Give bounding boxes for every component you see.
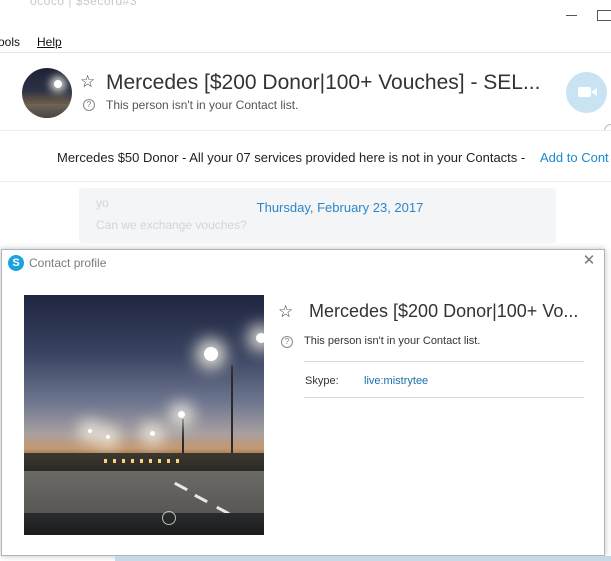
video-camera-lens [591,88,597,96]
photo-streetlight [150,431,155,436]
photo-streetlight [178,411,185,418]
close-icon[interactable]: ✕ [582,253,596,268]
taskbar-edge [115,556,611,561]
avatar-road [22,104,72,118]
video-camera-icon [578,87,591,97]
conversation-header: ☆ Mercedes [$200 Donor|100+ Vouches] - S… [0,52,611,138]
divider [304,361,584,362]
contact-request-bar: Mercedes $50 Donor - All your 07 service… [0,130,611,182]
avatar[interactable] [22,68,72,118]
profile-name: Mercedes [$200 Donor|100+ Vo... [309,301,579,321]
favorite-star-icon[interactable]: ☆ [80,72,95,92]
conversation-title[interactable]: Mercedes [$200 Donor|100+ Vouches] - SEL… [106,71,540,95]
dialog-titlebar: S Contact profile ✕ [2,250,604,276]
photo-lamp-pole [231,365,233,465]
photo-car-dashboard [24,513,264,535]
question-circle-icon: ? [281,336,293,348]
window-titlebar: ococo | $5ecord#3 [0,0,611,32]
profile-photo [24,295,264,535]
menu-help-label: Help [37,35,62,49]
window-title: ococo | $5ecord#3 [30,0,138,8]
skype-screen: ococo | $5ecord#3 ools Help ☆ Mercedes [… [0,0,611,561]
question-circle-icon: ? [83,99,95,111]
add-to-contacts-link[interactable]: Add to Cont [540,150,609,165]
profile-status: This person isn't in your Contact list. [304,335,481,347]
maximize-icon[interactable] [597,10,611,21]
avatar-streetlight [54,80,62,88]
photo-streetlight [106,435,110,439]
chat-date-separator: Thursday, February 23, 2017 [256,200,424,215]
divider [304,397,584,398]
menu-tools[interactable]: ools [0,35,20,49]
skype-id-value[interactable]: live:mistrytee [364,375,428,387]
chat-message-card [79,188,556,243]
photo-streetlight [88,429,92,433]
skype-logo-icon: S [8,255,24,271]
photo-car-emblem [162,511,176,525]
photo-streetlight [256,333,264,343]
dialog-title: Contact profile [29,256,107,270]
video-call-button[interactable] [566,72,607,113]
photo-streetlight [204,347,218,361]
minimize-icon[interactable] [566,8,578,20]
favorite-star-icon[interactable]: ☆ [278,302,293,322]
photo-traffic-lights [104,459,184,463]
menu-bar: ools Help [0,32,611,52]
contact-status: This person isn't in your Contact list. [106,98,299,112]
chat-history: yo Can we exchange vouches? Thursday, Fe… [0,182,611,252]
skype-id-label: Skype: [305,375,339,387]
contact-request-text: Mercedes $50 Donor - All your 07 service… [57,150,526,165]
chat-message: Can we exchange vouches? [96,218,247,232]
contact-profile-dialog: S Contact profile ✕ ☆ Mercedes [$200 Don… [1,249,605,556]
menu-help[interactable]: Help [37,35,62,49]
